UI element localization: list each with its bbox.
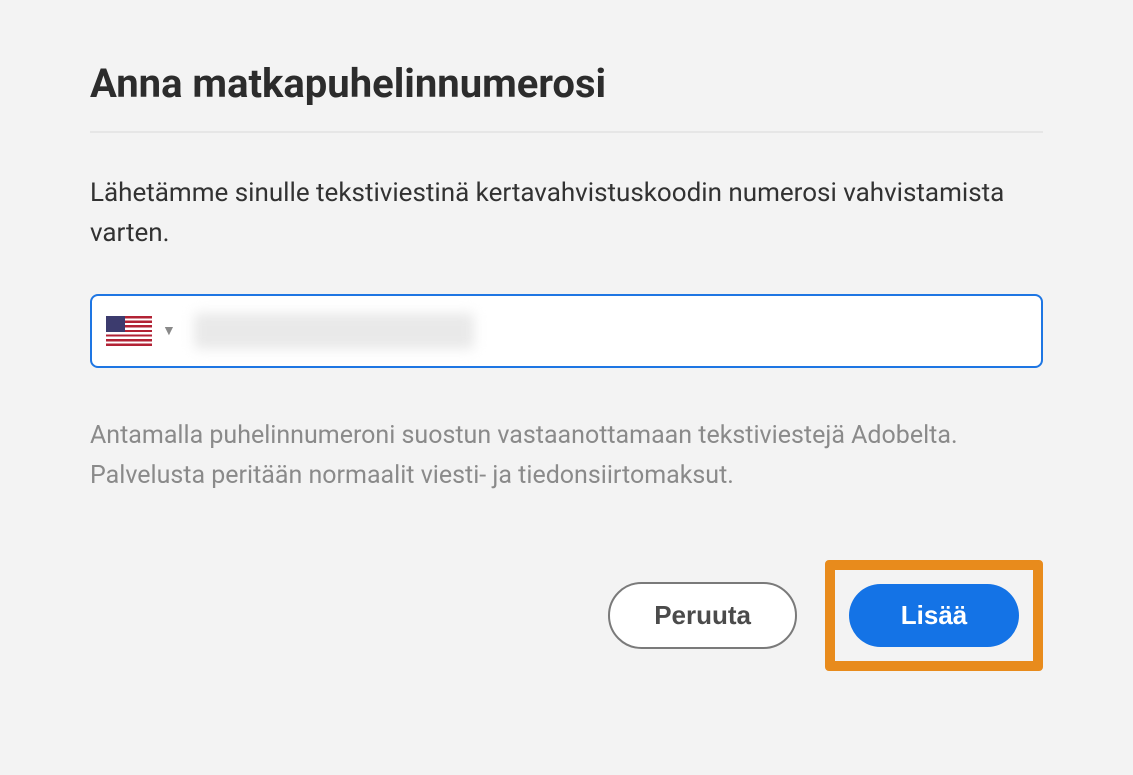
phone-input-group[interactable]: ▼ — [90, 294, 1043, 368]
chevron-down-icon: ▼ — [162, 322, 176, 339]
divider — [90, 131, 1043, 133]
add-button-highlight: Lisää — [825, 560, 1043, 671]
page-title: Anna matkapuhelinnumerosi — [90, 60, 1043, 107]
cancel-button[interactable]: Peruuta — [608, 582, 797, 649]
flag-us-icon — [106, 316, 152, 346]
consent-text: Antamalla puhelinnumeroni suostun vastaa… — [90, 416, 1043, 496]
description-text: Lähetämme sinulle tekstiviestinä kertava… — [90, 173, 1043, 254]
dialog-actions: Peruuta Lisää — [90, 560, 1043, 671]
dialog-body: Anna matkapuhelinnumerosi Lähetämme sinu… — [0, 0, 1133, 711]
country-code-selector[interactable]: ▼ — [106, 316, 190, 346]
add-button[interactable]: Lisää — [849, 584, 1019, 647]
phone-number-redacted — [194, 313, 474, 349]
